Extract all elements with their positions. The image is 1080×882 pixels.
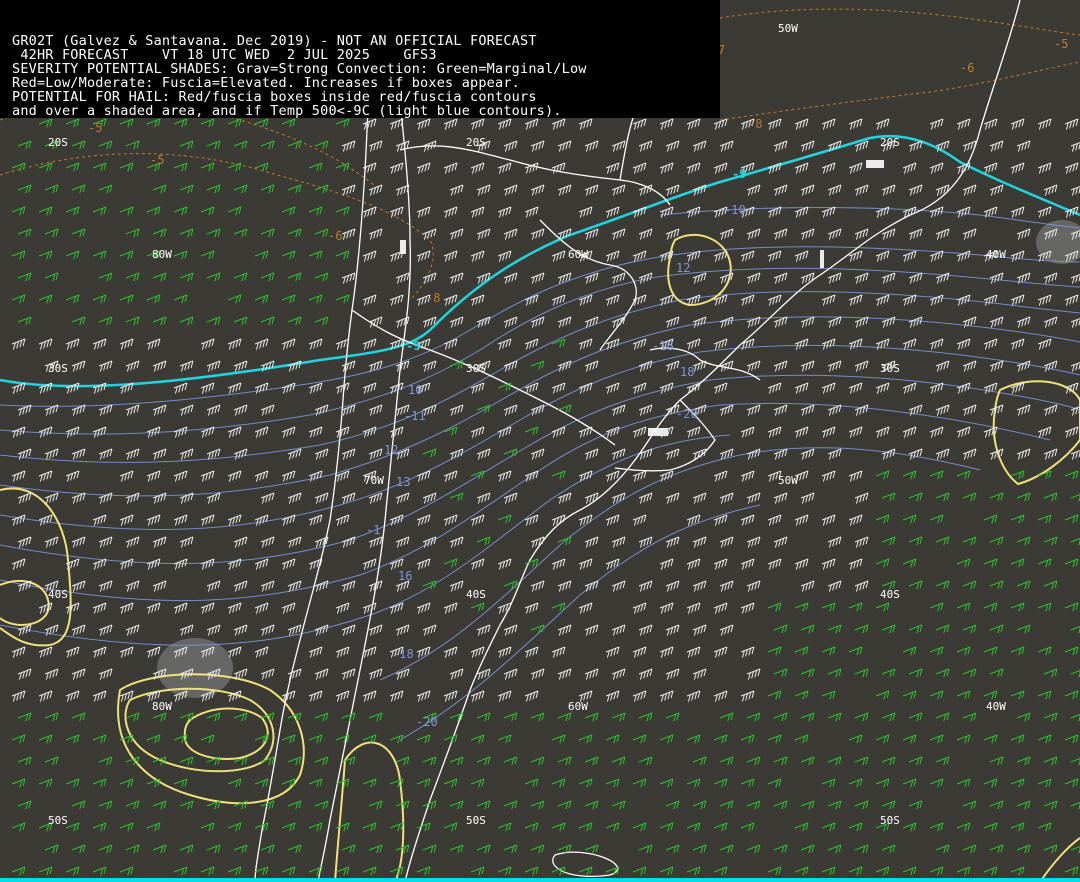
lon-label-40w-upper: 40W (986, 248, 1006, 261)
lat-label-40s-mid: 40S (466, 588, 486, 601)
blue-label-1: -10 (724, 203, 746, 217)
lon-label-60w-upper: 60W (568, 248, 588, 261)
lat-label-50s-east: 50S (880, 814, 900, 827)
lon-label-50w-top: 50W (778, 22, 798, 35)
lon-label-60w-lower: 60W (568, 700, 588, 713)
blue-label-7: 16 (398, 569, 412, 583)
bottom-frame-bar (0, 878, 1080, 882)
header-title-line: GR02T (Galvez & Santavana. Dec 2019) - N… (12, 33, 537, 49)
lat-label-30s-east: 30S (880, 362, 900, 375)
header-forecast-line: 42HR FORECAST VT 18 UTC WED 2 JUL 2025 G… (12, 47, 437, 63)
blue-label-12: -20 (676, 407, 698, 421)
orange-label-3: -6 (328, 229, 342, 243)
blue-label-6: -1 (366, 523, 380, 537)
lat-label-50s-mid: 50S (466, 814, 486, 827)
blue-label-13: 12 (676, 261, 690, 275)
cyan-label-1: -9 (406, 339, 420, 353)
orange-label-6: -8 (748, 117, 762, 131)
lon-label-50w-mid: 50W (778, 474, 798, 487)
blue-label-8: -18 (392, 647, 414, 661)
lat-label-20s-mid: 20S (466, 136, 486, 149)
lat-label-30s-mid: 30S (466, 362, 486, 375)
lat-label-30s-west: 30S (48, 362, 68, 375)
lat-label-40s-west: 40S (48, 588, 68, 601)
lat-label-20s-west: 20S (48, 136, 68, 149)
orange-label-7: -6 (960, 61, 974, 75)
orange-label-4: -8 (426, 291, 440, 305)
blue-label-5: 13 (396, 475, 410, 489)
header-colors-line: Red=Low/Moderate: Fuscia=Elevated. Incre… (12, 75, 520, 91)
blue-label-10: -16 (652, 339, 674, 353)
forecast-map: 20S 20S 20S 30S 30S 30S 40S 40S 40S 50S … (0, 0, 1080, 882)
lat-label-50s-west: 50S (48, 814, 68, 827)
orange-label-1: -5 (88, 121, 102, 135)
map-background (0, 0, 1080, 882)
blue-label-2: 10 (408, 383, 422, 397)
blue-label-9: -20 (416, 715, 438, 729)
forecast-header: GR02T (Galvez & Santavana. Dec 2019) - N… (0, 0, 720, 118)
lon-label-80w-lower: 80W (152, 700, 172, 713)
lon-label-80w-upper: 80W (152, 248, 172, 261)
orange-label-2: -5 (150, 153, 164, 167)
lat-label-20s-east: 20S (880, 136, 900, 149)
cyan-label-2: -9 (732, 167, 746, 181)
lon-label-40w-lower: 40W (986, 700, 1006, 713)
blue-label-3: -11 (404, 409, 426, 423)
header-temp-line: and over a shaded area, and if Temp 500<… (12, 103, 562, 119)
header-hail-line: POTENTIAL FOR HAIL: Red/fuscia boxes ins… (12, 89, 537, 105)
blue-label-11: 18 (680, 365, 694, 379)
orange-label-8: -5 (1054, 37, 1068, 51)
lon-label-70w-mid: 70W (364, 474, 384, 487)
lat-label-40s-east: 40S (880, 588, 900, 601)
header-severity-line: SEVERITY POTENTIAL SHADES: Grav=Strong C… (12, 61, 587, 77)
blue-label-4: 12 (384, 443, 398, 457)
